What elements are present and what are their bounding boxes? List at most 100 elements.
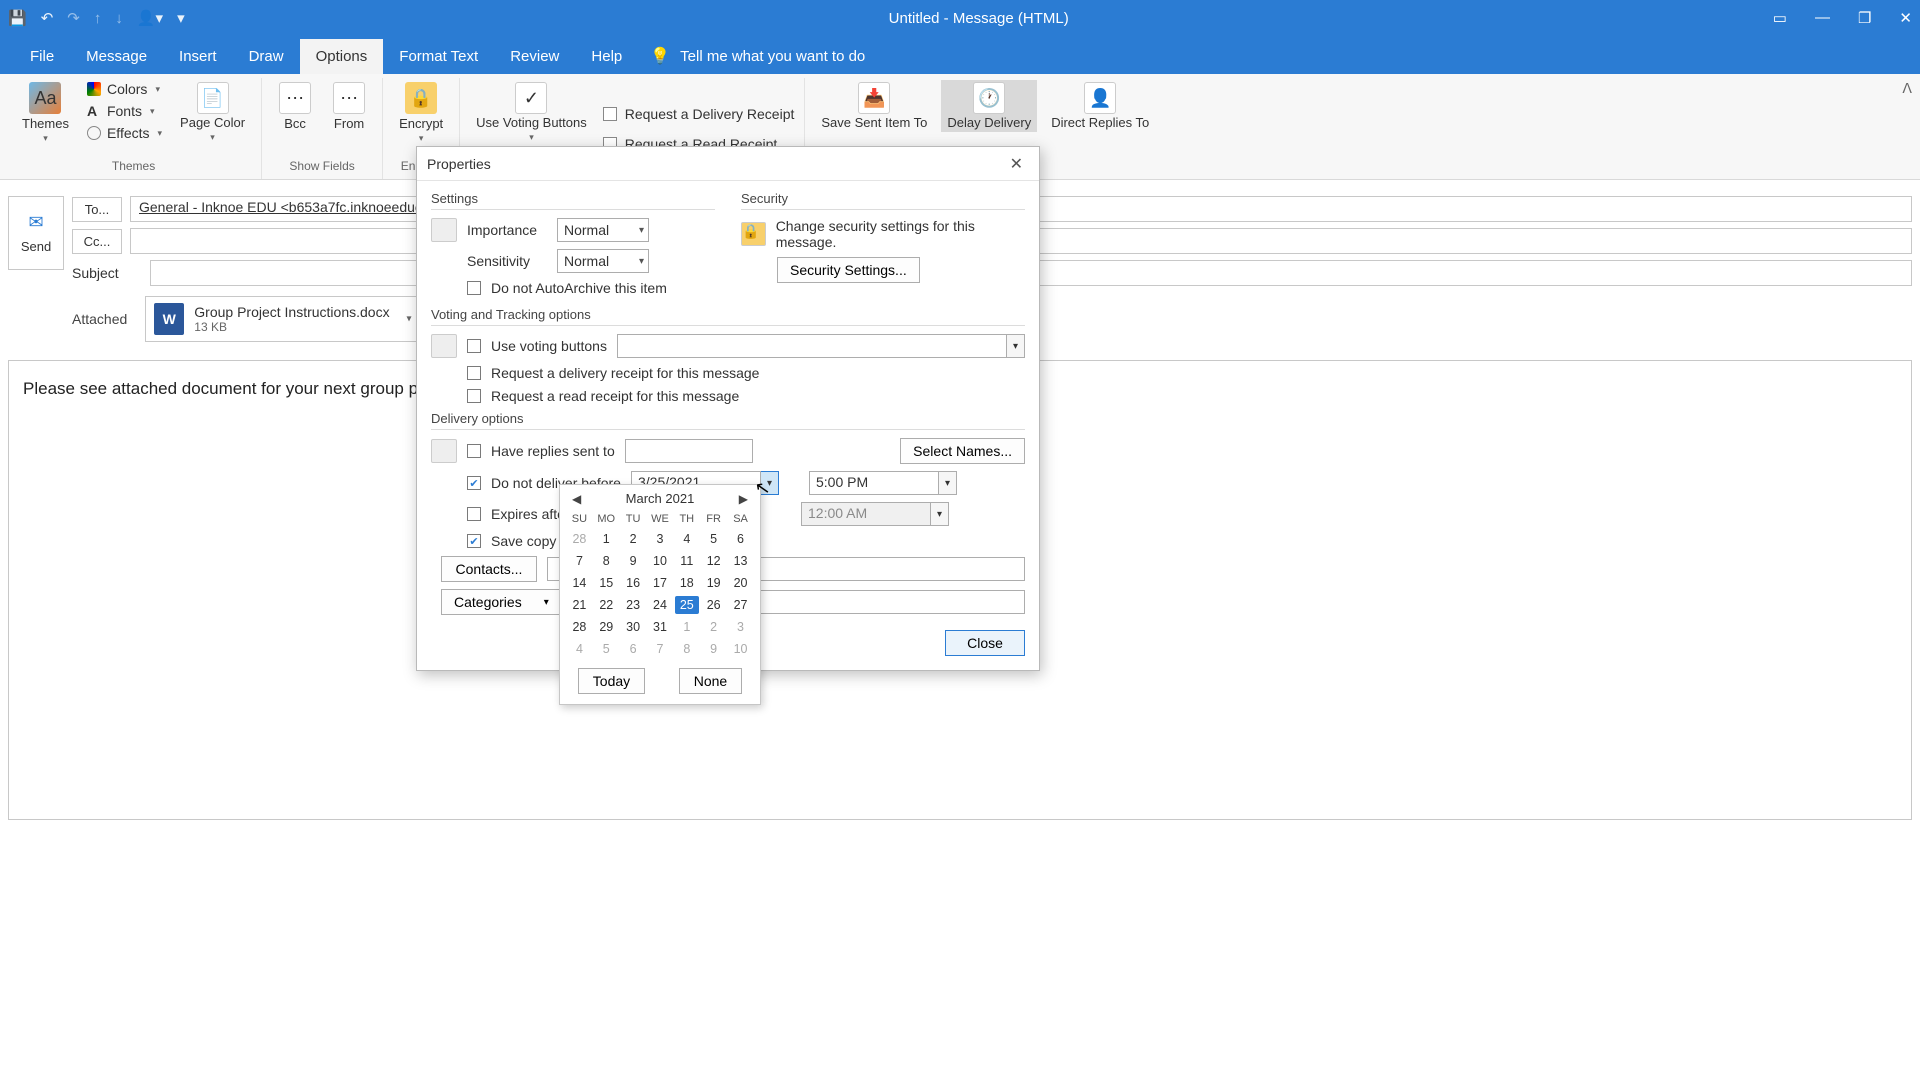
send-button[interactable]: ✉ Send: [8, 196, 64, 270]
calendar-day[interactable]: 7: [647, 638, 674, 660]
close-dialog-icon[interactable]: ✕: [1004, 152, 1029, 176]
calendar-day[interactable]: 9: [700, 638, 727, 660]
from-button[interactable]: ⋯From: [326, 80, 372, 133]
calendar-day[interactable]: 5: [593, 638, 620, 660]
autoarchive-checkbox[interactable]: [467, 281, 481, 295]
none-button[interactable]: None: [679, 668, 742, 694]
calendar-day[interactable]: 15: [593, 572, 620, 594]
calendar-day[interactable]: 21: [566, 594, 593, 616]
calendar-day[interactable]: 28: [566, 616, 593, 638]
calendar-day[interactable]: 23: [620, 594, 647, 616]
calendar-day[interactable]: 9: [620, 550, 647, 572]
expires-time-dropdown[interactable]: ▾: [931, 502, 949, 526]
today-button[interactable]: Today: [578, 668, 645, 694]
calendar-day[interactable]: 13: [727, 550, 754, 572]
colors-button[interactable]: Colors▾: [83, 80, 166, 98]
encrypt-button[interactable]: 🔒Encrypt▾: [393, 80, 449, 146]
select-names-button[interactable]: Select Names...: [900, 438, 1025, 464]
calendar-day[interactable]: 20: [727, 572, 754, 594]
down-icon[interactable]: ↓: [115, 10, 123, 27]
security-settings-button[interactable]: Security Settings...: [777, 257, 920, 283]
categories-button[interactable]: Categories▾: [441, 589, 562, 615]
close-window-icon[interactable]: ✕: [1899, 9, 1912, 27]
up-icon[interactable]: ↑: [94, 10, 102, 27]
collapse-ribbon-icon[interactable]: ᐱ: [1902, 80, 1912, 97]
next-month-icon[interactable]: ▶: [735, 492, 752, 506]
qat-more-icon[interactable]: ▾: [177, 9, 185, 27]
calendar-day[interactable]: 22: [593, 594, 620, 616]
calendar-day[interactable]: 1: [593, 528, 620, 550]
save-icon[interactable]: 💾: [8, 9, 27, 27]
calendar-day[interactable]: 24: [647, 594, 674, 616]
expires-checkbox[interactable]: [467, 507, 481, 521]
themes-button[interactable]: Aa Themes ▾: [16, 80, 75, 146]
bcc-button[interactable]: ⋯Bcc: [272, 80, 318, 133]
calendar-day[interactable]: 8: [593, 550, 620, 572]
tab-insert[interactable]: Insert: [163, 39, 233, 74]
calendar-day[interactable]: 17: [647, 572, 674, 594]
ribbon-display-icon[interactable]: ▭: [1773, 9, 1787, 27]
tab-file[interactable]: File: [14, 39, 70, 74]
voting-input[interactable]: [617, 334, 1007, 358]
deliver-time-input[interactable]: 5:00 PM: [809, 471, 939, 495]
sensitivity-select[interactable]: Normal▾: [557, 249, 649, 273]
redo-icon[interactable]: ↷: [67, 9, 80, 27]
calendar-day[interactable]: 5: [700, 528, 727, 550]
calendar-day[interactable]: 19: [700, 572, 727, 594]
importance-select[interactable]: Normal▾: [557, 218, 649, 242]
calendar-day[interactable]: 10: [727, 638, 754, 660]
direct-replies-button[interactable]: 👤Direct Replies To: [1045, 80, 1155, 132]
contacts-button[interactable]: Contacts...: [441, 556, 537, 582]
undo-icon[interactable]: ↶: [41, 9, 54, 27]
close-button[interactable]: Close: [945, 630, 1025, 656]
calendar-day[interactable]: 1: [673, 616, 700, 638]
calendar-day[interactable]: 7: [566, 550, 593, 572]
chevron-down-icon[interactable]: ▾: [407, 314, 412, 325]
req-delivery-checkbox[interactable]: [467, 366, 481, 380]
tab-options[interactable]: Options: [300, 39, 384, 74]
minimize-icon[interactable]: —: [1815, 9, 1830, 27]
tab-draw[interactable]: Draw: [233, 39, 300, 74]
calendar-day[interactable]: 8: [673, 638, 700, 660]
fonts-button[interactable]: AFonts▾: [83, 102, 166, 120]
maximize-icon[interactable]: ❐: [1858, 9, 1871, 27]
calendar-day[interactable]: 10: [647, 550, 674, 572]
cc-button[interactable]: Cc...: [72, 229, 122, 254]
effects-button[interactable]: Effects▾: [83, 124, 166, 142]
chevron-down-icon[interactable]: ▾: [1007, 334, 1025, 358]
calendar-day[interactable]: 30: [620, 616, 647, 638]
calendar-day[interactable]: 6: [620, 638, 647, 660]
delay-delivery-button[interactable]: 🕐Delay Delivery: [941, 80, 1037, 132]
to-button[interactable]: To...: [72, 197, 122, 222]
calendar-day[interactable]: 26: [700, 594, 727, 616]
calendar-day[interactable]: 4: [566, 638, 593, 660]
calendar-day[interactable]: 16: [620, 572, 647, 594]
user-icon[interactable]: 👤▾: [137, 9, 163, 27]
have-replies-input[interactable]: [625, 439, 754, 463]
calendar-day[interactable]: 14: [566, 572, 593, 594]
page-color-button[interactable]: 📄 Page Color ▾: [174, 80, 251, 145]
time-dropdown-button[interactable]: ▾: [939, 471, 957, 495]
calendar-day[interactable]: 25: [673, 594, 700, 616]
attachment-chip[interactable]: W Group Project Instructions.docx 13 KB …: [145, 296, 418, 342]
tell-me[interactable]: 💡 Tell me what you want to do: [650, 46, 865, 74]
calendar-day[interactable]: 31: [647, 616, 674, 638]
calendar-day[interactable]: 2: [620, 528, 647, 550]
tab-message[interactable]: Message: [70, 39, 163, 74]
calendar-day[interactable]: 2: [700, 616, 727, 638]
calendar-day[interactable]: 11: [673, 550, 700, 572]
req-read-checkbox[interactable]: [467, 389, 481, 403]
calendar-day[interactable]: 3: [647, 528, 674, 550]
tab-help[interactable]: Help: [575, 39, 638, 74]
calendar-day[interactable]: 3: [727, 616, 754, 638]
calendar-day[interactable]: 4: [673, 528, 700, 550]
prev-month-icon[interactable]: ◀: [568, 492, 585, 506]
tab-formattext[interactable]: Format Text: [383, 39, 494, 74]
have-replies-checkbox[interactable]: [467, 444, 481, 458]
request-delivery-receipt[interactable]: Request a Delivery Receipt: [603, 106, 795, 122]
save-sent-button[interactable]: 📥Save Sent Item To: [815, 80, 933, 132]
save-copy-checkbox[interactable]: [467, 534, 481, 548]
calendar-day[interactable]: 18: [673, 572, 700, 594]
tab-review[interactable]: Review: [494, 39, 575, 74]
calendar-day[interactable]: 28: [566, 528, 593, 550]
